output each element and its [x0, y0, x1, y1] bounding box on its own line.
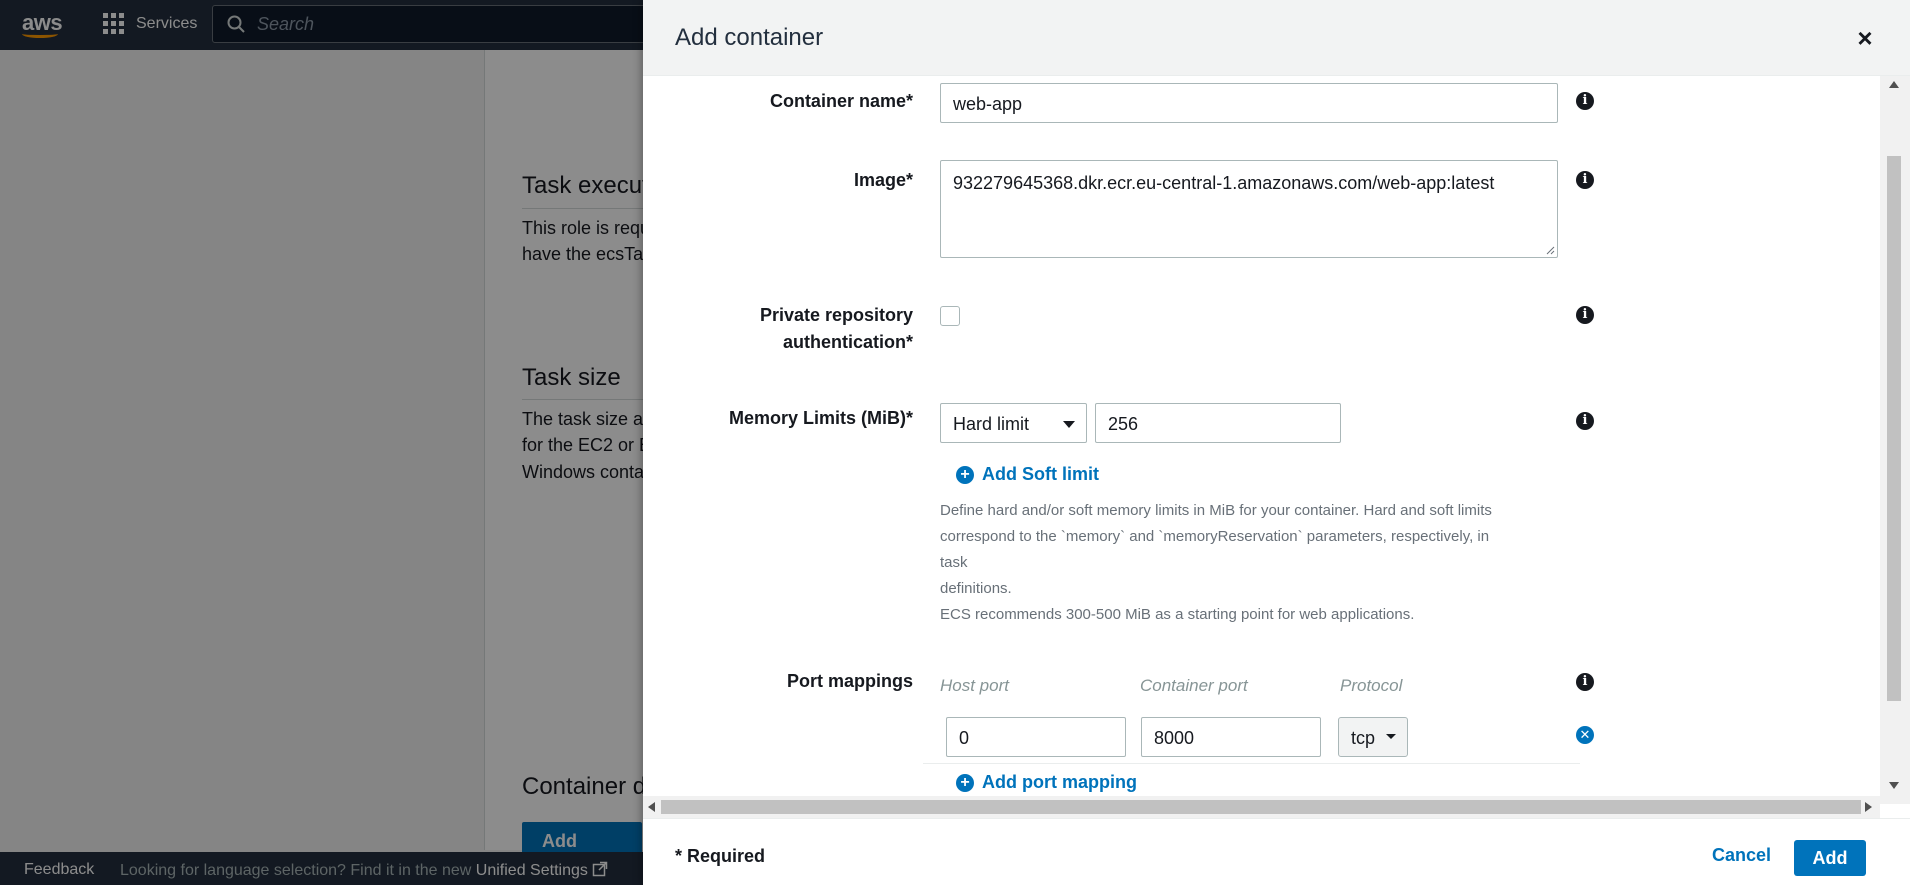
add-soft-limit-label: Add Soft limit: [982, 464, 1099, 484]
memory-help-text: Define hard and/or soft memory limits in…: [940, 498, 1520, 628]
resize-handle-icon[interactable]: [1545, 245, 1555, 255]
horizontal-scrollbar[interactable]: [643, 796, 1880, 818]
modal-footer: * Required Cancel Add: [643, 818, 1910, 885]
plus-circle-icon: +: [956, 465, 974, 484]
scrollbar-thumb[interactable]: [1887, 156, 1901, 701]
info-icon[interactable]: i: [1576, 306, 1594, 324]
add-port-mapping-link[interactable]: + Add port mapping: [956, 772, 1137, 793]
remove-port-mapping-icon[interactable]: ✕: [1576, 726, 1594, 744]
image-label: Image*: [853, 170, 913, 190]
help-line: Define hard and/or soft memory limits in…: [940, 502, 1492, 519]
add-button[interactable]: Add: [1794, 840, 1866, 876]
protocol-header: Protocol: [1340, 676, 1403, 695]
host-port-header: Host port: [940, 676, 1009, 695]
modal-body: Container name* web-app i Image* 9322796…: [643, 76, 1880, 804]
help-line: definitions.: [940, 580, 1012, 597]
plus-circle-icon: +: [956, 773, 974, 792]
image-value: 932279645368.dkr.ecr.eu-central-1.amazon…: [953, 173, 1495, 193]
scroll-up-icon[interactable]: [1889, 81, 1899, 88]
container-name-label: Container name*: [769, 91, 913, 111]
scroll-down-icon[interactable]: [1889, 782, 1899, 789]
cancel-button[interactable]: Cancel: [1712, 845, 1771, 866]
help-line: ECS recommends 300-500 MiB as a starting…: [940, 606, 1415, 623]
limit-type-select[interactable]: Hard limit: [940, 403, 1087, 443]
private-repo-label-line1: Private repository: [759, 305, 913, 325]
vertical-scrollbar[interactable]: [1880, 76, 1910, 804]
container-port-header: Container port: [1140, 676, 1248, 695]
protocol-select[interactable]: tcp: [1338, 717, 1408, 757]
memory-limit-input[interactable]: 256: [1095, 403, 1341, 443]
port-mappings-label: Port mappings: [786, 671, 913, 691]
add-container-modal: Add container × Container name* web-app …: [643, 0, 1910, 885]
container-port-input[interactable]: 8000: [1141, 717, 1321, 757]
close-icon[interactable]: ×: [1853, 25, 1877, 51]
memory-limits-label: Memory Limits (MiB)*: [728, 408, 913, 428]
private-repo-label-line2: authentication*: [782, 332, 913, 352]
protocol-value: tcp: [1351, 728, 1376, 748]
info-icon[interactable]: i: [1576, 412, 1594, 430]
help-line: correspond to the `memory` and `memoryRe…: [940, 528, 1490, 571]
modal-title: Add container: [675, 24, 824, 51]
container-name-input[interactable]: web-app: [940, 83, 1558, 123]
host-port-input[interactable]: 0: [946, 717, 1126, 757]
chevron-down-icon: [1063, 421, 1075, 428]
required-note: * Required: [675, 846, 766, 866]
info-icon[interactable]: i: [1576, 92, 1594, 110]
add-soft-limit-link[interactable]: + Add Soft limit: [956, 464, 1099, 485]
scroll-left-icon[interactable]: [648, 802, 655, 812]
add-port-mapping-label: Add port mapping: [982, 772, 1137, 792]
divider: [923, 763, 1580, 764]
info-icon[interactable]: i: [1576, 171, 1594, 189]
image-textarea[interactable]: 932279645368.dkr.ecr.eu-central-1.amazon…: [940, 160, 1558, 258]
limit-type-value: Hard limit: [953, 414, 1030, 434]
private-repo-label: Private repository authentication*: [703, 302, 913, 356]
info-icon[interactable]: i: [1576, 673, 1594, 691]
private-repo-checkbox[interactable]: [940, 306, 960, 326]
scroll-right-icon[interactable]: [1865, 802, 1872, 812]
scrollbar-thumb[interactable]: [661, 800, 1861, 814]
chevron-down-icon: [1386, 734, 1396, 739]
modal-header: Add container ×: [643, 0, 1910, 76]
